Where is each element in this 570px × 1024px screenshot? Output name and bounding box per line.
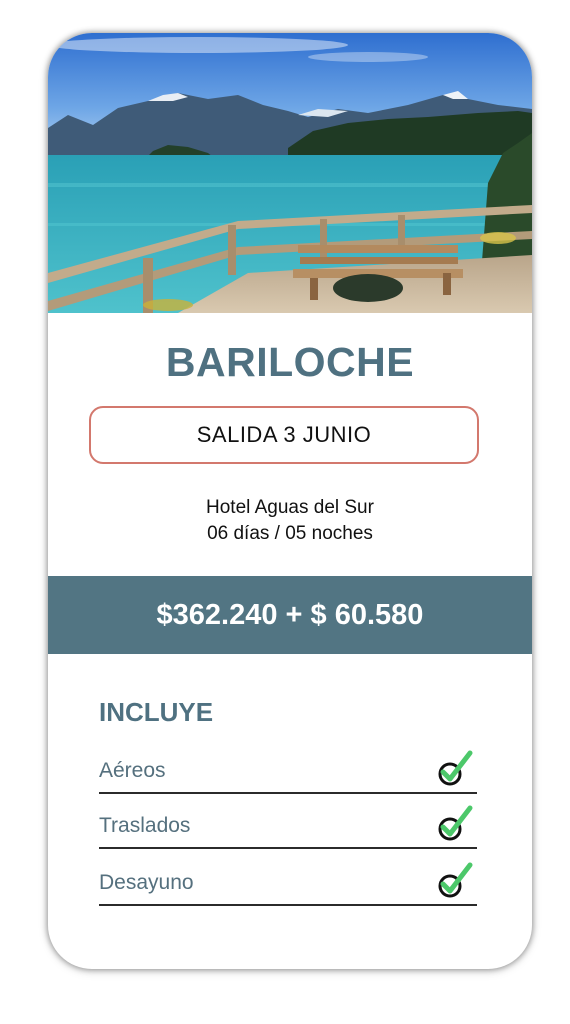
price-text: $362.240 + $ 60.580	[156, 598, 424, 631]
hotel-info: Hotel Aguas del Sur 06 días / 05 noches	[48, 495, 532, 547]
includes-heading: INCLUYE	[99, 697, 214, 727]
include-label: Aéreos	[99, 759, 166, 782]
check-icon	[438, 750, 473, 786]
destination-title: BARILOCHE	[165, 339, 415, 385]
check-icon	[438, 805, 473, 841]
includes-list: Aéreos Traslados Desayuno	[99, 739, 477, 906]
lake-landscape-photo	[48, 33, 532, 313]
trip-duration: 06 días / 05 noches	[207, 523, 373, 544]
package-card: BARILOCHE SALIDA 3 JUNIO Hotel Aguas del…	[48, 33, 532, 969]
price-banner: $362.240 + $ 60.580	[48, 576, 532, 654]
include-label: Traslados	[99, 814, 191, 837]
include-label: Desayuno	[99, 871, 194, 894]
hotel-name: Hotel Aguas del Sur	[206, 497, 374, 518]
include-item-aereos: Aéreos	[99, 739, 477, 794]
include-item-traslados: Traslados	[99, 794, 477, 849]
include-item-desayuno: Desayuno	[99, 849, 477, 906]
departure-date-badge: SALIDA 3 JUNIO	[89, 406, 479, 464]
check-icon	[438, 862, 473, 898]
